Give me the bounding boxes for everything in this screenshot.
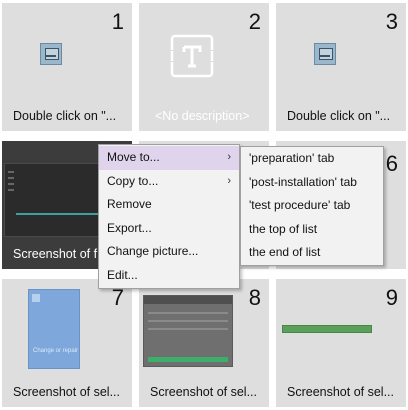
chevron-right-icon: › (227, 151, 231, 163)
menu-item-label: Move to... (107, 150, 160, 164)
move-to-submenu: 'preparation' tab 'post-installation' ta… (240, 146, 384, 266)
tile-caption: Screenshot of sel... (287, 385, 395, 399)
submenu-item-label: 'post-installation' tab (249, 174, 357, 189)
screenshot-thumbnail-icon (40, 43, 62, 65)
submenu-item-top-of-list[interactable]: the top of list (241, 218, 383, 242)
step-tile-2[interactable]: 2 <No description> (139, 3, 269, 131)
menu-item-label: Copy to... (107, 173, 159, 188)
submenu-item-label: 'preparation' tab (249, 151, 335, 165)
tile-caption-placeholder: <No description> (155, 109, 250, 123)
submenu-item-end-of-list[interactable]: the end of list (241, 241, 383, 265)
screenshot-thumbnail-icon (314, 43, 336, 65)
tile-number: 2 (248, 9, 261, 34)
submenu-item-test-procedure-tab[interactable]: 'test procedure' tab (241, 194, 383, 218)
menu-item-move-to[interactable]: Move to... › (99, 146, 239, 170)
thumbnail-label: Change or repair (33, 348, 79, 354)
menu-item-label: Change picture... (107, 244, 199, 258)
tile-number: 1 (111, 9, 124, 34)
screenshot-thumbnail: Change or repair (28, 289, 80, 369)
step-tile-1[interactable]: 1 Double click on "... (2, 3, 132, 131)
step-tile-3[interactable]: 3 Double click on "... (276, 3, 406, 131)
tile-number: 9 (385, 285, 398, 310)
tile-caption: Double click on "... (287, 109, 391, 123)
submenu-item-label: 'test procedure' tab (249, 198, 351, 212)
tile-caption: Double click on "... (13, 109, 117, 123)
submenu-item-post-installation-tab[interactable]: 'post-installation' tab (241, 171, 383, 195)
chevron-right-icon: › (227, 174, 231, 187)
submenu-item-preparation-tab[interactable]: 'preparation' tab (241, 147, 383, 171)
submenu-item-label: the top of list (249, 221, 318, 236)
step-tile-7[interactable]: Change or repair 7 Screenshot of sel... (2, 279, 132, 407)
tile-caption: Screenshot of sel... (13, 385, 121, 399)
menu-item-remove[interactable]: Remove (99, 193, 239, 217)
step-tile-8[interactable]: 8 Screenshot of sel... (139, 279, 269, 407)
menu-item-change-picture[interactable]: Change picture... (99, 240, 239, 264)
menu-item-label: Export... (107, 220, 152, 235)
context-menu: Move to... › Copy to... › Remove Export.… (98, 144, 240, 289)
tile-caption: Screenshot of sel... (150, 385, 258, 399)
menu-item-label: Remove (107, 197, 152, 211)
menu-item-copy-to[interactable]: Copy to... › (99, 170, 239, 194)
tile-number: 6 (385, 151, 398, 176)
text-step-icon (169, 34, 215, 78)
menu-item-label: Edit... (107, 267, 138, 282)
thumbnail-text-lines (8, 171, 14, 195)
tile-number: 3 (385, 9, 398, 34)
menu-item-export[interactable]: Export... (99, 217, 239, 241)
menu-item-edit[interactable]: Edit... (99, 264, 239, 288)
screenshot-thumbnail (282, 325, 372, 333)
screenshot-thumbnail (143, 295, 233, 367)
step-tile-9[interactable]: 9 Screenshot of sel... (276, 279, 406, 407)
tile-number: 8 (248, 285, 261, 310)
app-logo-icon (32, 294, 40, 302)
submenu-item-label: the end of list (249, 245, 321, 259)
